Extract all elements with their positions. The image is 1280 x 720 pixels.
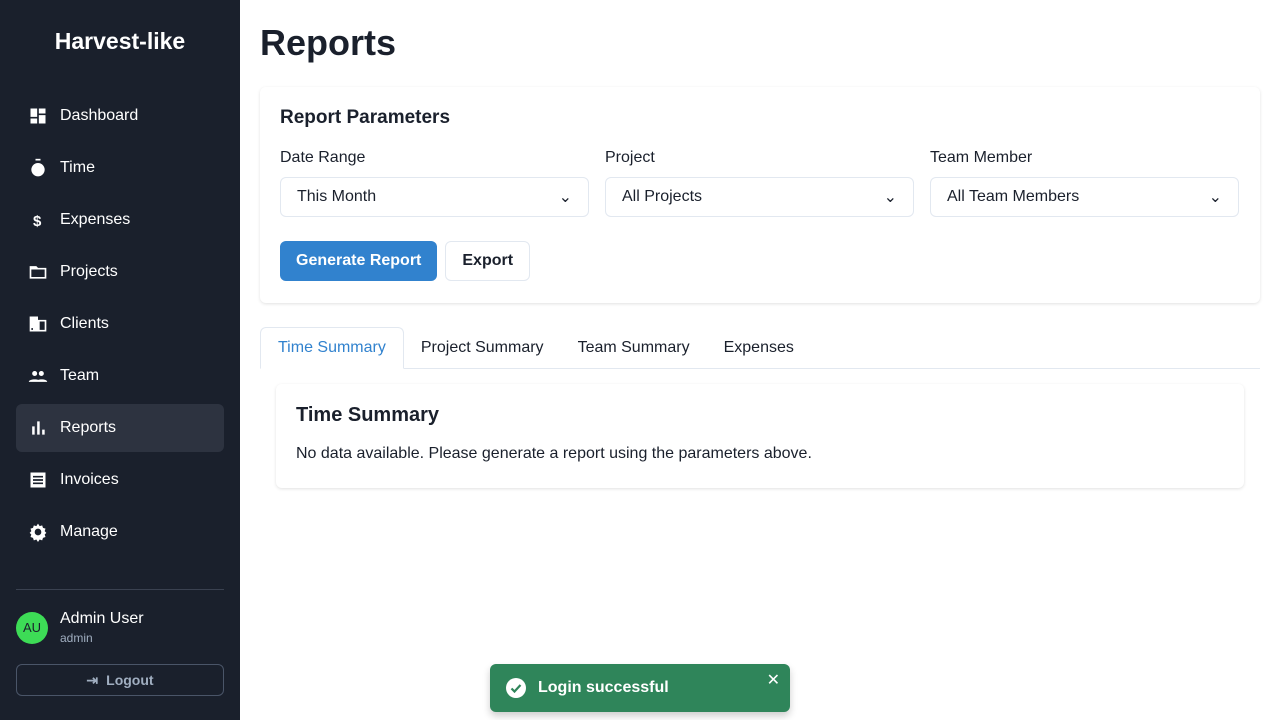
avatar: AU — [16, 611, 48, 644]
time-summary-panel: Time Summary No data available. Please g… — [276, 384, 1244, 488]
sidebar-item-team[interactable]: Team — [16, 352, 224, 400]
page-title: Reports — [260, 22, 397, 63]
project-label: Project — [605, 149, 655, 166]
generate-report-button[interactable]: Generate Report — [280, 241, 438, 281]
folder-icon — [29, 266, 47, 279]
empty-message: No data available. Please generate a rep… — [296, 445, 812, 462]
main-content: Reports Report Parameters Date Range This… — [240, 0, 1280, 720]
user-profile: AU Admin User admin — [16, 610, 144, 645]
building-icon — [29, 316, 47, 332]
select-value: This Month — [297, 188, 377, 205]
sidebar-item-invoices[interactable]: Invoices — [16, 456, 224, 504]
card-title: Report Parameters — [280, 107, 451, 128]
logout-label: Logout — [106, 672, 154, 688]
date-range-select[interactable]: This Month ⌄ — [280, 177, 589, 217]
sidebar-item-expenses[interactable]: $ Expenses — [16, 196, 224, 244]
sidebar-item-label: Dashboard — [60, 107, 139, 124]
sidebar-item-manage[interactable]: Manage — [16, 508, 224, 556]
project-select[interactable]: All Projects ⌄ — [605, 177, 914, 217]
user-name: Admin User — [60, 610, 144, 627]
sidebar-item-label: Time — [60, 159, 95, 176]
check-circle-icon — [506, 678, 526, 698]
sidebar-item-label: Expenses — [60, 211, 131, 228]
sidebar-item-time[interactable]: Time — [16, 144, 224, 192]
tab-team-summary[interactable]: Team Summary — [561, 327, 707, 368]
report-parameters-card: Report Parameters Date Range This Month ⌄ … — [260, 87, 1260, 303]
logout-icon: ⇥ — [86, 671, 99, 688]
sidebar-item-label: Team — [60, 367, 100, 384]
chevron-down-icon: ⌄ — [883, 189, 897, 206]
export-button[interactable]: Export — [445, 241, 531, 281]
sidebar-nav: Dashboard Time $ Expenses Projects Client… — [16, 92, 224, 560]
panel-title: Time Summary — [296, 404, 440, 426]
sidebar-item-reports[interactable]: Reports — [16, 404, 224, 452]
select-value: All Projects — [622, 188, 703, 205]
dashboard-icon — [30, 108, 46, 124]
close-icon[interactable]: ✕ — [767, 670, 780, 690]
date-range-label: Date Range — [280, 149, 366, 166]
sidebar-item-projects[interactable]: Projects — [16, 248, 224, 296]
user-role: admin — [60, 631, 93, 645]
brand-logo: Harvest-like — [54, 28, 186, 54]
sidebar-item-label: Manage — [60, 523, 118, 540]
people-icon — [28, 371, 48, 382]
sidebar-item-label: Invoices — [60, 471, 119, 488]
sidebar-item-dashboard[interactable]: Dashboard — [16, 92, 224, 140]
sidebar-item-label: Projects — [60, 263, 118, 280]
select-value: All Team Members — [947, 188, 1080, 205]
bar-chart-icon — [32, 421, 45, 435]
tab-project-summary[interactable]: Project Summary — [404, 327, 561, 368]
sidebar: Harvest-like Dashboard Time $ Expenses Pr… — [0, 0, 240, 720]
tab-expenses[interactable]: Expenses — [707, 327, 811, 368]
sidebar-item-label: Clients — [60, 315, 109, 332]
gear-icon — [29, 523, 47, 542]
chevron-down-icon: ⌄ — [1208, 189, 1222, 206]
stopwatch-icon — [31, 158, 45, 177]
team-member-label: Team Member — [930, 149, 1033, 166]
logout-button[interactable]: ⇥ Logout — [16, 664, 224, 696]
sidebar-item-label: Reports — [60, 419, 117, 436]
sidebar-item-clients[interactable]: Clients — [16, 300, 224, 348]
team-member-select[interactable]: All Team Members ⌄ — [930, 177, 1239, 217]
chevron-down-icon: ⌄ — [558, 189, 572, 206]
tab-time-summary[interactable]: Time Summary — [260, 327, 404, 369]
sidebar-divider — [16, 589, 224, 590]
report-tabs: Time Summary Project Summary Team Summar… — [260, 327, 1260, 369]
invoice-icon — [30, 472, 46, 488]
dollar-icon: $ — [33, 213, 42, 230]
toast-notification: Login successful ✕ — [490, 664, 790, 712]
svg-text:$: $ — [33, 213, 42, 230]
toast-message: Login successful — [538, 679, 669, 696]
